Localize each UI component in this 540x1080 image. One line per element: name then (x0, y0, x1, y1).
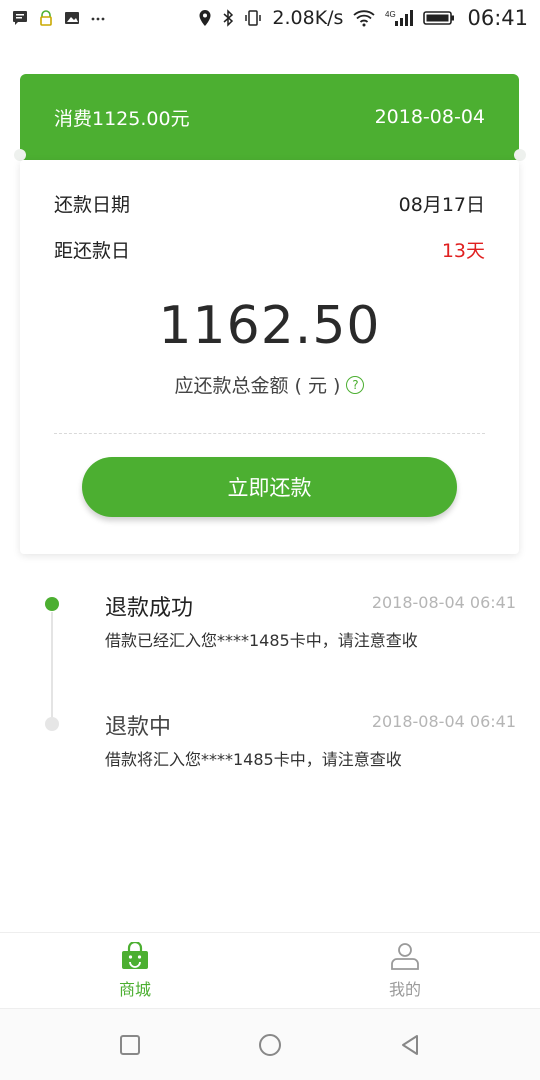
wifi-icon (353, 9, 376, 27)
timeline-title: 退款成功 (105, 596, 194, 621)
svg-text:4G: 4G (385, 10, 396, 19)
image-icon (64, 10, 80, 26)
loan-card-header: 消费1125.00元 2018-08-04 (20, 74, 519, 160)
timeline-time: 2018-08-04 06:41 (371, 712, 516, 731)
bluetooth-icon (222, 9, 234, 27)
bottom-nav: 商城 我的 (0, 932, 540, 1008)
nav-label: 我的 (388, 979, 421, 999)
timeline-desc: 借款将汇入您****1485卡中，请注意查收 (105, 750, 402, 769)
help-icon[interactable]: ? (346, 375, 365, 394)
nav-item-mall[interactable]: 商城 (0, 933, 270, 1008)
more-dots-icon (90, 10, 106, 26)
nav-label: 商城 (118, 979, 151, 999)
recent-apps-button[interactable] (106, 1021, 154, 1069)
system-nav-bar (0, 1008, 540, 1080)
timeline-desc: 借款已经汇入您****1485卡中，请注意查收 (105, 631, 418, 650)
vibrate-icon (244, 9, 262, 27)
timeline-dot-done (45, 597, 59, 611)
timeline-time: 2018-08-04 06:41 (371, 593, 516, 612)
amount-label: 应还款总金额 ( 元 ) (174, 375, 341, 397)
signal-icon: 4G (385, 9, 414, 27)
repay-date-value: 08月17日 (398, 193, 485, 216)
nav-item-mine[interactable]: 我的 (270, 933, 540, 1008)
repayment-screen: 2.08K/s 4G 06:41 消费1125.00元 2018-08-04 还… (0, 0, 540, 1080)
battery-icon (423, 10, 455, 26)
location-icon (198, 9, 212, 27)
network-speed: 2.08K/s (272, 7, 344, 29)
timeline-title: 退款中 (105, 715, 172, 740)
total-amount: 1162.50 (158, 296, 381, 356)
amount-label-row: 应还款总金额 ( 元 ) ? (20, 371, 519, 398)
shopping-bag-icon (120, 940, 150, 974)
timeline-dot-pending (45, 717, 59, 731)
status-right: 2.08K/s 4G 06:41 (198, 6, 528, 30)
days-left-label: 距还款日 (54, 239, 131, 262)
status-left (12, 10, 106, 26)
spend-amount: 消费1125.00元 (54, 107, 190, 130)
message-icon (12, 10, 28, 26)
back-button[interactable] (386, 1021, 434, 1069)
status-bar: 2.08K/s 4G 06:41 (0, 0, 540, 36)
person-icon (390, 942, 420, 974)
days-left-row: 距还款日 13天 (54, 234, 485, 264)
lock-icon (38, 10, 54, 26)
home-button[interactable] (246, 1021, 294, 1069)
clock: 06:41 (467, 6, 528, 30)
timeline-line (51, 612, 53, 724)
repay-date-label: 还款日期 (54, 193, 131, 216)
loan-date: 2018-08-04 (374, 106, 485, 128)
dashed-divider (54, 433, 485, 434)
repayment-card: 还款日期 08月17日 距还款日 13天 1162.50 应还款总金额 ( 元 … (20, 160, 519, 554)
repay-date-row: 还款日期 08月17日 (54, 188, 485, 218)
repay-now-button[interactable]: 立即还款 (82, 457, 457, 517)
days-left-value: 13天 (441, 239, 485, 262)
